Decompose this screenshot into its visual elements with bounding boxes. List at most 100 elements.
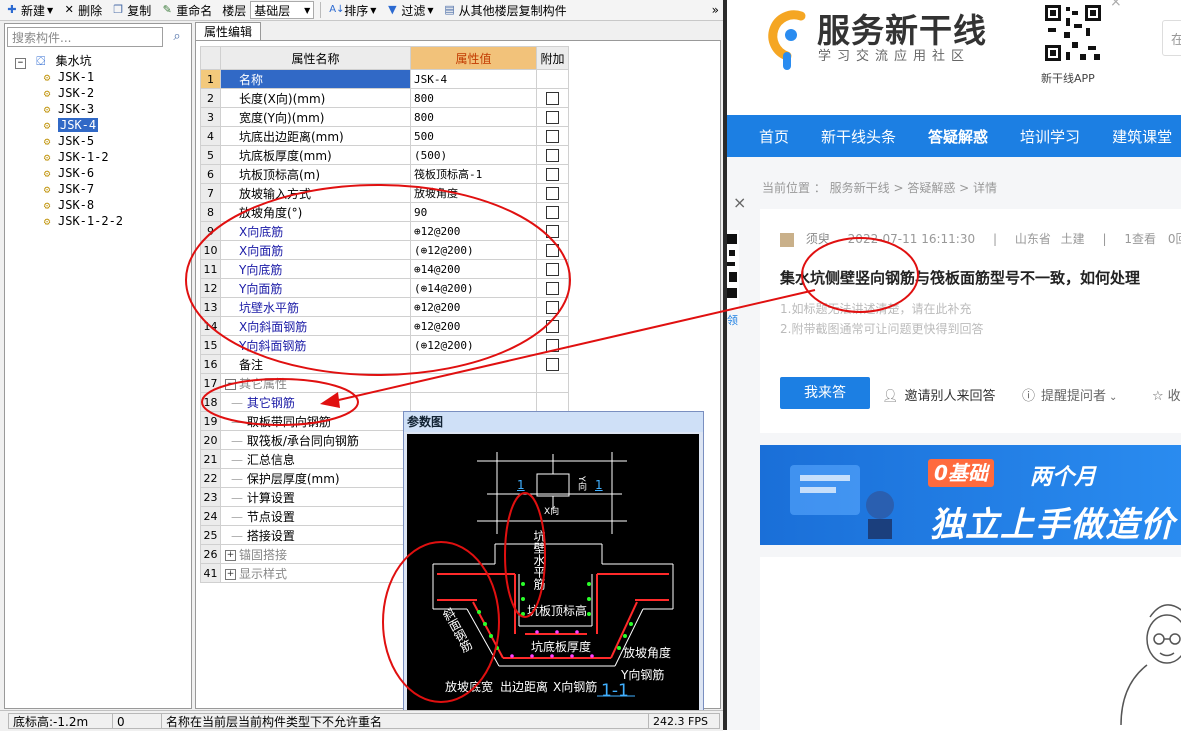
delete-button[interactable]: ✕ 删除 xyxy=(57,1,106,19)
property-name-cell[interactable]: 放坡输入方式 xyxy=(220,183,411,203)
property-row[interactable]: 11 Y向底筋 ⊕14@200 xyxy=(200,259,569,279)
property-row[interactable]: 15 Y向斜面钢筋 (⊕12@200) xyxy=(200,335,569,355)
collect-link[interactable]: ☆ 收 xyxy=(1152,385,1181,404)
property-extra-cell[interactable] xyxy=(536,88,569,108)
invite-answer-link[interactable]: 👤︎ 邀请别人来回答 xyxy=(882,385,996,404)
course-banner[interactable]: 0基础 两个月 独立上手做造价 xyxy=(760,445,1181,545)
property-name-cell[interactable]: — 节点设置 xyxy=(220,506,411,526)
search-icon[interactable]: ⌕ xyxy=(167,27,187,47)
tree-item[interactable]: ⚙ JSK-1-2 xyxy=(41,149,109,165)
property-row[interactable]: 6 坑板顶标高(m) 筏板顶标高-1 xyxy=(200,164,569,184)
property-extra-cell[interactable] xyxy=(536,164,569,184)
collapse-icon[interactable]: − xyxy=(15,58,26,69)
property-name-cell[interactable]: — 其它钢筋 xyxy=(220,392,411,412)
property-name-cell[interactable]: 长度(X向)(mm) xyxy=(220,88,411,108)
floor-dropdown[interactable]: 基础层 ▼ xyxy=(250,1,315,19)
property-extra-cell[interactable] xyxy=(536,107,569,127)
property-name-cell[interactable]: 宽度(Y向)(mm) xyxy=(220,107,411,127)
nav-item[interactable]: 首页 xyxy=(759,126,789,147)
property-value-cell[interactable]: 800 xyxy=(410,88,537,108)
sort-button[interactable]: A↓ 排序 ▼ xyxy=(323,1,380,19)
property-name-cell[interactable]: Y向斜面钢筋 xyxy=(220,335,411,355)
new-button[interactable]: ✚ 新建 ▼ xyxy=(0,1,57,19)
extra-checkbox[interactable] xyxy=(546,111,559,124)
extra-checkbox[interactable] xyxy=(546,320,559,333)
property-extra-cell[interactable] xyxy=(536,335,569,355)
property-value-cell[interactable]: (⊕12@200) xyxy=(410,335,537,355)
toolbar-overflow-button[interactable]: » xyxy=(706,1,723,19)
property-value-cell[interactable]: 500 xyxy=(410,126,537,146)
tree-item[interactable]: ⚙ JSK-6 xyxy=(41,165,94,181)
property-extra-cell[interactable] xyxy=(536,202,569,222)
side-close-icon[interactable]: × xyxy=(733,193,746,212)
collapse-icon[interactable]: − xyxy=(225,378,236,390)
header-search-box[interactable]: 在 xyxy=(1162,20,1181,56)
property-extra-cell[interactable] xyxy=(536,354,569,374)
property-value-cell[interactable]: 90 xyxy=(410,202,537,222)
property-name-cell[interactable]: — 计算设置 xyxy=(220,487,411,507)
nav-item[interactable]: 培训学习 xyxy=(1020,126,1080,147)
tree-root-node[interactable]: − ⛋ 集水坑 xyxy=(15,53,92,69)
avatar[interactable] xyxy=(780,232,794,247)
property-value-cell[interactable]: ⊕14@200 xyxy=(410,259,537,279)
property-name-cell[interactable]: — 保护层厚度(mm) xyxy=(220,468,411,488)
property-extra-cell[interactable] xyxy=(536,183,569,203)
property-name-cell[interactable]: 放坡角度(°) xyxy=(220,202,411,222)
property-extra-cell[interactable] xyxy=(536,221,569,241)
property-value-cell[interactable]: ⊕12@200 xyxy=(410,316,537,336)
extra-checkbox[interactable] xyxy=(546,244,559,257)
search-input[interactable]: 搜索构件... xyxy=(7,27,163,47)
tree-item[interactable]: ⚙ JSK-1 xyxy=(41,69,94,85)
tree-item[interactable]: ⚙ JSK-1-2-2 xyxy=(41,213,123,229)
tree-item[interactable]: ⚙ JSK-2 xyxy=(41,85,94,101)
tree-item[interactable]: ⚙ JSK-4 xyxy=(41,117,99,133)
expand-icon[interactable]: + xyxy=(225,568,236,580)
rename-button[interactable]: ✎ 重命名 xyxy=(155,1,216,19)
property-row[interactable]: 14 X向斜面钢筋 ⊕12@200 xyxy=(200,316,569,336)
extra-checkbox[interactable] xyxy=(546,225,559,238)
property-row[interactable]: 10 X向面筋 (⊕12@200) xyxy=(200,240,569,260)
extra-checkbox[interactable] xyxy=(546,149,559,162)
column-header-extra[interactable]: 附加 xyxy=(536,46,569,70)
property-name-cell[interactable]: + 显示样式 xyxy=(220,563,411,583)
property-extra-cell[interactable] xyxy=(536,69,569,89)
property-row[interactable]: 2 长度(X向)(mm) 800 xyxy=(200,88,569,108)
tree-item[interactable]: ⚙ JSK-5 xyxy=(41,133,94,149)
property-row[interactable]: 1 名称 JSK-4 xyxy=(200,69,569,89)
property-value-cell[interactable]: JSK-4 xyxy=(410,69,537,89)
property-row[interactable]: 7 放坡输入方式 放坡角度 xyxy=(200,183,569,203)
property-extra-cell[interactable] xyxy=(536,240,569,260)
property-row[interactable]: 13 坑壁水平筋 ⊕12@200 xyxy=(200,297,569,317)
author-name[interactable]: 须臾 xyxy=(806,232,830,246)
expand-icon[interactable]: + xyxy=(225,549,236,561)
tree-item[interactable]: ⚙ JSK-3 xyxy=(41,101,94,117)
property-value-cell[interactable] xyxy=(410,373,537,393)
extra-checkbox[interactable] xyxy=(546,263,559,276)
property-extra-cell[interactable] xyxy=(536,145,569,165)
property-row[interactable]: 18— 其它钢筋 xyxy=(200,392,569,412)
property-row[interactable]: 5 坑底板厚度(mm) (500) xyxy=(200,145,569,165)
extra-checkbox[interactable] xyxy=(546,358,559,371)
property-name-cell[interactable]: Y向面筋 xyxy=(220,278,411,298)
property-value-cell[interactable]: (500) xyxy=(410,145,537,165)
nav-item[interactable]: 建筑课堂 xyxy=(1112,126,1172,147)
property-name-cell[interactable]: — 取筏板/承台同向钢筋 xyxy=(220,430,411,450)
property-value-cell[interactable] xyxy=(410,354,537,374)
property-value-cell[interactable]: 放坡角度 xyxy=(410,183,537,203)
nav-item[interactable]: 答疑解惑 xyxy=(928,126,988,147)
property-name-cell[interactable]: X向底筋 xyxy=(220,221,411,241)
property-name-cell[interactable]: 坑底出边距离(mm) xyxy=(220,126,411,146)
tab-property-edit[interactable]: 属性编辑 xyxy=(195,22,261,41)
property-value-cell[interactable]: 筏板顶标高-1 xyxy=(410,164,537,184)
extra-checkbox[interactable] xyxy=(546,301,559,314)
site-logo-icon[interactable] xyxy=(757,2,817,70)
header-close-icon[interactable]: × xyxy=(1110,0,1122,10)
property-value-cell[interactable]: ⊕12@200 xyxy=(410,297,537,317)
property-extra-cell[interactable] xyxy=(536,316,569,336)
parameter-window-title[interactable]: 参数图 xyxy=(404,412,703,432)
extra-checkbox[interactable] xyxy=(546,339,559,352)
property-name-cell[interactable]: − 其它属性 xyxy=(220,373,411,393)
property-extra-cell[interactable] xyxy=(536,297,569,317)
column-header-value[interactable]: 属性值 xyxy=(410,46,537,70)
property-extra-cell[interactable] xyxy=(536,259,569,279)
